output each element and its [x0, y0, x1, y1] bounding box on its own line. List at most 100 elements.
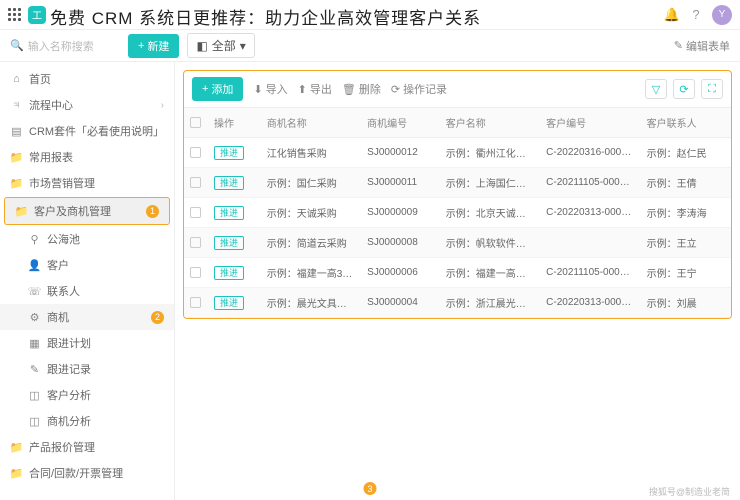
apps-grid-icon[interactable]	[8, 8, 22, 22]
sidebar-item[interactable]: ⌂首页	[0, 66, 174, 92]
row-checkbox[interactable]	[190, 147, 201, 158]
cell-name: 示例：福建一高3月订单	[261, 258, 361, 288]
column-header[interactable]: 客户名称	[440, 108, 540, 138]
table-row[interactable]: 推进示例：天诚采购SJ0000009示例：北京天诚软件…C-20220313-0…	[184, 198, 731, 228]
new-button[interactable]: + 新建	[128, 34, 179, 58]
cell-code: SJ0000011	[361, 168, 440, 198]
sidebar-item[interactable]: 📁合同/回款/开票管理	[0, 460, 174, 486]
sidebar-item[interactable]: 📁市场营销管理	[0, 170, 174, 196]
cell-cust-code: C-20220313-0000002	[540, 198, 640, 228]
folder-icon: 📁	[10, 151, 23, 164]
refresh-icon-button[interactable]: ⟳	[673, 79, 695, 99]
log-button[interactable]: ⟳ 操作记录	[391, 81, 447, 97]
folder-icon: 📁	[15, 205, 28, 218]
sidebar-item-label: 常用报表	[29, 149, 73, 165]
sidebar-item[interactable]: 📁产品报价管理	[0, 434, 174, 460]
main-toolbar: 🔍 输入名称搜索 + 新建 ◧ 全部 ▾ ✎ 编辑表单	[0, 30, 740, 62]
edit-form-button[interactable]: ✎ 编辑表单	[674, 38, 730, 54]
row-checkbox[interactable]	[190, 297, 201, 308]
sidebar-item-label: 客户	[47, 257, 69, 273]
cell-contact: 示例：刘晨	[641, 288, 731, 318]
user-avatar[interactable]: Y	[712, 5, 732, 25]
select-all-checkbox[interactable]	[190, 117, 201, 128]
cell-cust-code	[540, 228, 640, 258]
import-button[interactable]: ⬇ 导入	[253, 81, 287, 97]
module-badge[interactable]: 工	[28, 6, 46, 24]
row-checkbox[interactable]	[190, 237, 201, 248]
sidebar-item[interactable]: ◫客户分析	[0, 382, 174, 408]
expand-icon-button[interactable]: ⛶	[701, 79, 723, 99]
cell-contact: 示例：王宁	[641, 258, 731, 288]
column-header[interactable]: 客户编号	[540, 108, 640, 138]
push-button[interactable]: 推进	[214, 266, 244, 280]
push-button[interactable]: 推进	[214, 146, 244, 160]
cell-name: 示例：国仁采购	[261, 168, 361, 198]
sidebar-item[interactable]: 📁 常用报表	[0, 144, 174, 170]
push-button[interactable]: 推进	[214, 296, 244, 310]
cell-name: 江化销售采购	[261, 138, 361, 168]
help-icon[interactable]: ?	[688, 7, 704, 23]
cell-name: 示例：简道云采购	[261, 228, 361, 258]
sidebar-item[interactable]: ▤CRM套件「必看使用说明」	[0, 118, 174, 144]
table-row[interactable]: 推进 示例：晨光文具设备…SJ0000004示例：浙江晨光文具…C-2022031…	[184, 288, 731, 318]
page-overlay-title: 免费 CRM 系统日更推荐：助力企业高效管理客户关系	[50, 4, 481, 29]
table-row[interactable]: 推进示例：国仁采购SJ0000011示例：上海国仁有限…C-20211105-0…	[184, 168, 731, 198]
column-header[interactable]: 客户联系人	[641, 108, 731, 138]
sidebar-item[interactable]: ♃流程中心›	[0, 92, 174, 118]
cell-contact: 示例：李涛海	[641, 198, 731, 228]
sidebar-item[interactable]: 👤客户	[0, 252, 174, 278]
annotation-badge: 2	[151, 311, 164, 324]
table-row[interactable]: 推进示例：简道云采购SJ0000008示例：帆软软件有限公司示例：王立	[184, 228, 731, 258]
table-row[interactable]: 推进江化销售采购SJ0000012示例：衢州江化集团C-20220316-000…	[184, 138, 731, 168]
push-button[interactable]: 推进	[214, 206, 244, 220]
cell-contact: 示例：王倩	[641, 168, 731, 198]
push-button[interactable]: 推进	[214, 176, 244, 190]
opp-icon: ⚙	[28, 311, 41, 324]
sidebar-item[interactable]: ⚲公海池	[0, 226, 174, 252]
cell-name: 示例：晨光文具设备…	[261, 288, 361, 318]
sidebar-item-label: 市场营销管理	[29, 175, 95, 191]
cell-cust-code: C-20220313-0000004	[540, 288, 640, 318]
sidebar-item-label: 跟进记录	[47, 361, 91, 377]
contact-icon: ☏	[28, 285, 41, 298]
annotation-badge: 1	[146, 205, 159, 218]
ana-icon: ◫	[28, 415, 41, 428]
export-button[interactable]: ⬆ 导出	[298, 81, 332, 97]
cell-cust: 示例：浙江晨光文具…	[440, 288, 540, 318]
ana-icon: ◫	[28, 389, 41, 402]
sidebar-item-label: 跟进计划	[47, 335, 91, 351]
data-table: 操作商机名称商机编号客户名称客户编号客户联系人 推进 江化销售采购SJ000001…	[184, 108, 731, 318]
push-button[interactable]: 推进	[214, 236, 244, 250]
table-row[interactable]: 推进示例：福建一高3月订单SJ0000006示例：福建一高集团C-2021110…	[184, 258, 731, 288]
delete-button[interactable]: 🗑 删除	[342, 81, 381, 97]
row-checkbox[interactable]	[190, 177, 201, 188]
chevron-down-icon: ▾	[240, 39, 246, 53]
sidebar-item[interactable]: ⚙商机2	[0, 304, 174, 330]
bell-icon[interactable]: 🔔	[664, 7, 680, 23]
cell-contact: 示例：王立	[641, 228, 731, 258]
sidebar-item[interactable]: ▦ 跟进计划	[0, 330, 174, 356]
cell-name: 示例：天诚采购	[261, 198, 361, 228]
row-checkbox[interactable]	[190, 267, 201, 278]
column-header[interactable]: 商机名称	[261, 108, 361, 138]
sidebar-item[interactable]: ✎跟进记录	[0, 356, 174, 382]
column-header[interactable]: 商机编号	[361, 108, 440, 138]
cell-code: SJ0000009	[361, 198, 440, 228]
sidebar-item[interactable]: 📁客户及商机管理1	[4, 197, 170, 225]
sidebar-item[interactable]: ☏联系人	[0, 278, 174, 304]
cell-code: SJ0000012	[361, 138, 440, 168]
plan-icon: ▦	[28, 337, 41, 350]
column-header[interactable]: 操作	[208, 108, 261, 138]
sidebar-item-label: 流程中心	[29, 97, 73, 113]
add-button[interactable]: + 添加	[192, 77, 243, 101]
folder-icon: 📁	[10, 441, 23, 454]
cell-cust: 示例：上海国仁有限…	[440, 168, 540, 198]
search-input[interactable]: 🔍 输入名称搜索	[10, 38, 120, 54]
sidebar-item-label: 公海池	[47, 231, 80, 247]
filter-icon-button[interactable]: ▽	[645, 79, 667, 99]
flow-icon: ♃	[10, 99, 23, 112]
cell-code: SJ0000004	[361, 288, 440, 318]
sidebar-item[interactable]: ◫商机分析	[0, 408, 174, 434]
filter-dropdown[interactable]: ◧ 全部 ▾	[187, 33, 254, 58]
row-checkbox[interactable]	[190, 207, 201, 218]
